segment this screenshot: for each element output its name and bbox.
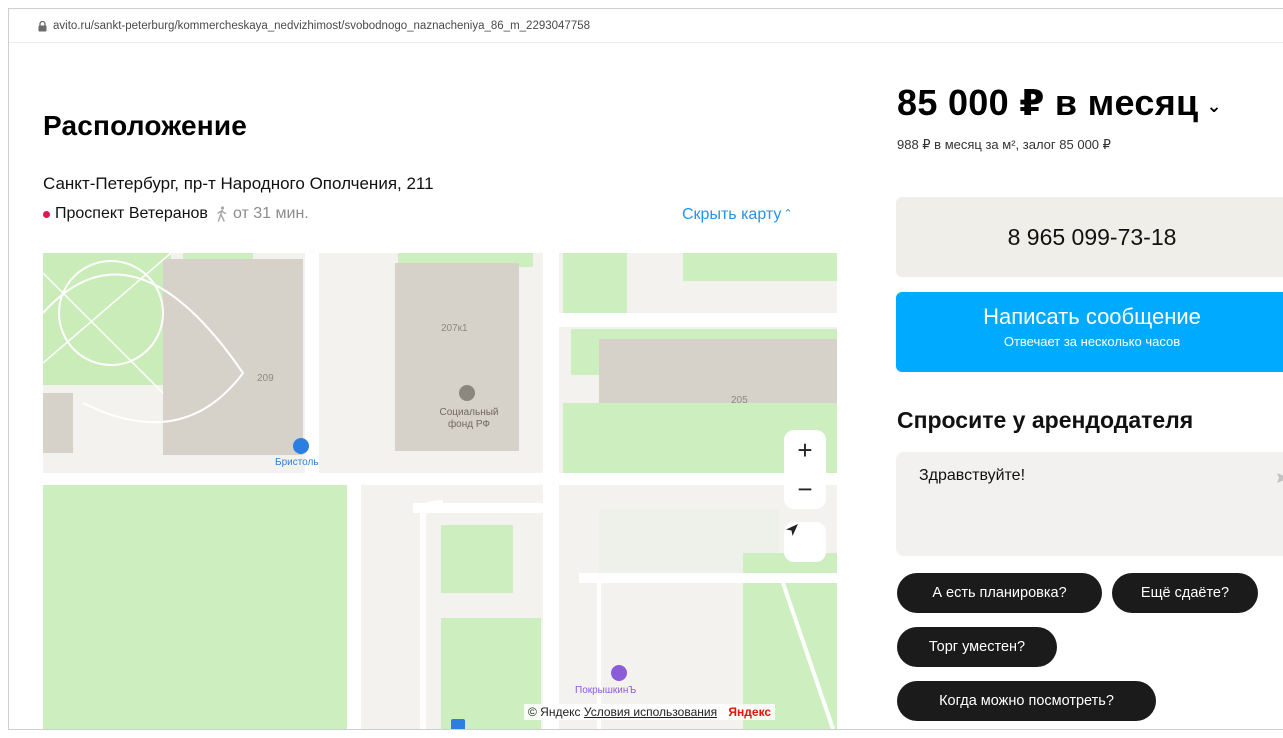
quick-question-chip[interactable]: Ещё сдаёте? bbox=[1112, 573, 1258, 613]
building-label: 205 bbox=[731, 395, 748, 406]
metro-station: Проспект Ветеранов bbox=[55, 205, 208, 222]
message-input-text[interactable]: Здравствуйте! bbox=[919, 467, 1025, 485]
lock-icon bbox=[38, 21, 47, 32]
hide-map-label: Скрыть карту bbox=[682, 206, 782, 223]
terms-link[interactable]: Условия использования bbox=[584, 705, 717, 719]
locate-button[interactable] bbox=[784, 522, 826, 562]
address-bar[interactable]: avito.ru/sankt-peterburg/kommercheskaya_… bbox=[9, 9, 1283, 43]
price-details: 988 ₽ в месяц за м², залог 85 000 ₽ bbox=[897, 137, 1111, 152]
send-icon[interactable] bbox=[1277, 472, 1283, 484]
write-message-button[interactable]: Написать сообщение Отвечает за несколько… bbox=[896, 292, 1283, 372]
metro-info: Проспект Ветеранов от 31 мин. bbox=[43, 205, 309, 223]
quick-question-chip[interactable]: Торг уместен? bbox=[897, 627, 1057, 667]
walking-icon bbox=[217, 206, 227, 222]
metro-time: от 31 мин. bbox=[232, 205, 309, 222]
address-text: Санкт-Петербург, пр-т Народного Ополчени… bbox=[43, 174, 434, 193]
building-label: 207к1 bbox=[441, 323, 468, 334]
write-message-label: Написать сообщение bbox=[983, 304, 1201, 329]
zoom-in-button[interactable]: + bbox=[784, 430, 826, 470]
map-canvas[interactable] bbox=[43, 253, 837, 729]
show-phone-button[interactable]: 8 965 099-73-18 bbox=[896, 197, 1283, 277]
chevron-up-icon: ⌃ bbox=[783, 208, 793, 220]
chevron-down-icon[interactable]: ⌄ bbox=[1206, 96, 1221, 117]
message-input[interactable]: Здравствуйте! bbox=[896, 452, 1283, 556]
zoom-out-button[interactable]: − bbox=[784, 469, 826, 509]
navigation-arrow-icon bbox=[786, 524, 798, 536]
map[interactable]: 207к1 209 205 Социальный фонд РФ Бристол… bbox=[43, 253, 837, 729]
yandex-logo[interactable]: Яндекс bbox=[728, 705, 771, 719]
map-copyright: © Яндекс Условия использования Яндекс bbox=[524, 704, 776, 720]
copyright-text: © Яндекс bbox=[528, 705, 581, 719]
location-title: Расположение bbox=[43, 110, 248, 141]
quick-question-chip[interactable]: А есть планировка? bbox=[897, 573, 1102, 613]
poi-pokryshkin[interactable]: ПокрышкинЪ bbox=[575, 685, 636, 696]
quick-question-chip[interactable]: Когда можно посмотреть? bbox=[897, 681, 1156, 721]
ask-seller-title: Спросите у арендодателя bbox=[897, 407, 1194, 433]
metro-line-icon bbox=[43, 210, 50, 218]
poi-bristol[interactable]: Бристоль bbox=[275, 457, 319, 468]
page-frame: avito.ru/sankt-peterburg/kommercheskaya_… bbox=[8, 8, 1283, 730]
building-label: 209 bbox=[257, 373, 274, 384]
hide-map-link[interactable]: Скрыть карту ⌃ bbox=[682, 206, 793, 224]
response-time-label: Отвечает за несколько часов bbox=[1003, 334, 1181, 349]
price-value: 85 000 ₽ в месяц bbox=[897, 82, 1199, 123]
price[interactable]: 85 000 ₽ в месяц ⌄ bbox=[897, 82, 1222, 124]
url-text[interactable]: avito.ru/sankt-peterburg/kommercheskaya_… bbox=[53, 20, 590, 32]
poi-social-fund[interactable]: Социальный фонд РФ bbox=[427, 407, 511, 431]
